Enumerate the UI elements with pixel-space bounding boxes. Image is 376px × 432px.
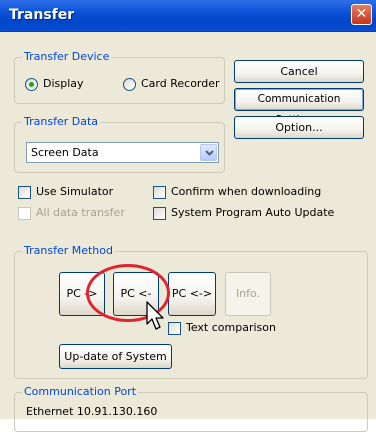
close-icon: ✕ [355, 6, 368, 22]
pc-from-label: PC <- [120, 287, 152, 300]
communication-port-group: Communication Port Ethernet 10.91.130.16… [14, 385, 368, 432]
transfer-data-legend: Transfer Data [22, 115, 100, 128]
confirm-when-downloading-checkbox[interactable] [153, 186, 166, 199]
radio-card-recorder[interactable] [123, 78, 136, 91]
option-button[interactable]: Option... [234, 116, 364, 139]
system-program-auto-update-checkbox[interactable] [153, 207, 166, 220]
title-bar[interactable]: Transfer ✕ [0, 0, 376, 32]
all-data-transfer-checkbox[interactable] [18, 207, 31, 220]
confirm-when-downloading-label[interactable]: Confirm when downloading [171, 185, 321, 198]
radio-card-recorder-label[interactable]: Card Recorder [141, 77, 220, 90]
chevron-down-icon[interactable] [200, 144, 217, 161]
pc-to-label: PC -> [66, 287, 98, 300]
option-button-label: Option... [275, 121, 323, 134]
transfer-dialog: Transfer ✕ Transfer Device Display Card … [0, 0, 376, 432]
communication-setting-button[interactable]: Communication Setting... [234, 88, 364, 126]
use-simulator-checkbox[interactable] [18, 186, 31, 199]
radio-display-label[interactable]: Display [43, 77, 84, 90]
pc-compare-label: PC <-> [171, 287, 213, 300]
transfer-device-group: Transfer Device Display Card Recorder [14, 50, 225, 104]
info-label: Info. [235, 287, 261, 300]
transfer-data-group: Transfer Data Screen Data [14, 115, 225, 173]
update-system-label: Up-date of System [64, 350, 167, 363]
close-button[interactable]: ✕ [351, 4, 372, 25]
system-program-auto-update-label[interactable]: System Program Auto Update [171, 206, 334, 219]
cancel-button-label: Cancel [280, 65, 318, 78]
use-simulator-label[interactable]: Use Simulator [36, 185, 113, 198]
all-data-transfer-label: All data transfer [36, 206, 125, 219]
pc-to-button[interactable]: PC -> [59, 272, 105, 316]
communication-port-legend: Communication Port [22, 385, 139, 398]
transfer-device-legend: Transfer Device [22, 50, 112, 63]
cancel-button[interactable]: Cancel [234, 60, 364, 83]
transfer-data-selected-value: Screen Data [31, 146, 99, 159]
pc-from-button[interactable]: PC <- [113, 272, 159, 316]
pc-compare-button[interactable]: PC <-> [168, 272, 216, 316]
radio-selected-dot [29, 82, 34, 87]
transfer-method-legend: Transfer Method [22, 244, 115, 257]
text-comparison-label[interactable]: Text comparison [186, 321, 276, 334]
transfer-data-select[interactable]: Screen Data [26, 142, 219, 163]
info-button[interactable]: Info. [225, 272, 271, 316]
communication-port-value: Ethernet 10.91.130.160 [26, 405, 158, 418]
window-title: Transfer [9, 7, 75, 23]
radio-display[interactable] [25, 78, 38, 91]
text-comparison-checkbox[interactable] [168, 322, 181, 335]
update-system-button[interactable]: Up-date of System [59, 344, 172, 369]
